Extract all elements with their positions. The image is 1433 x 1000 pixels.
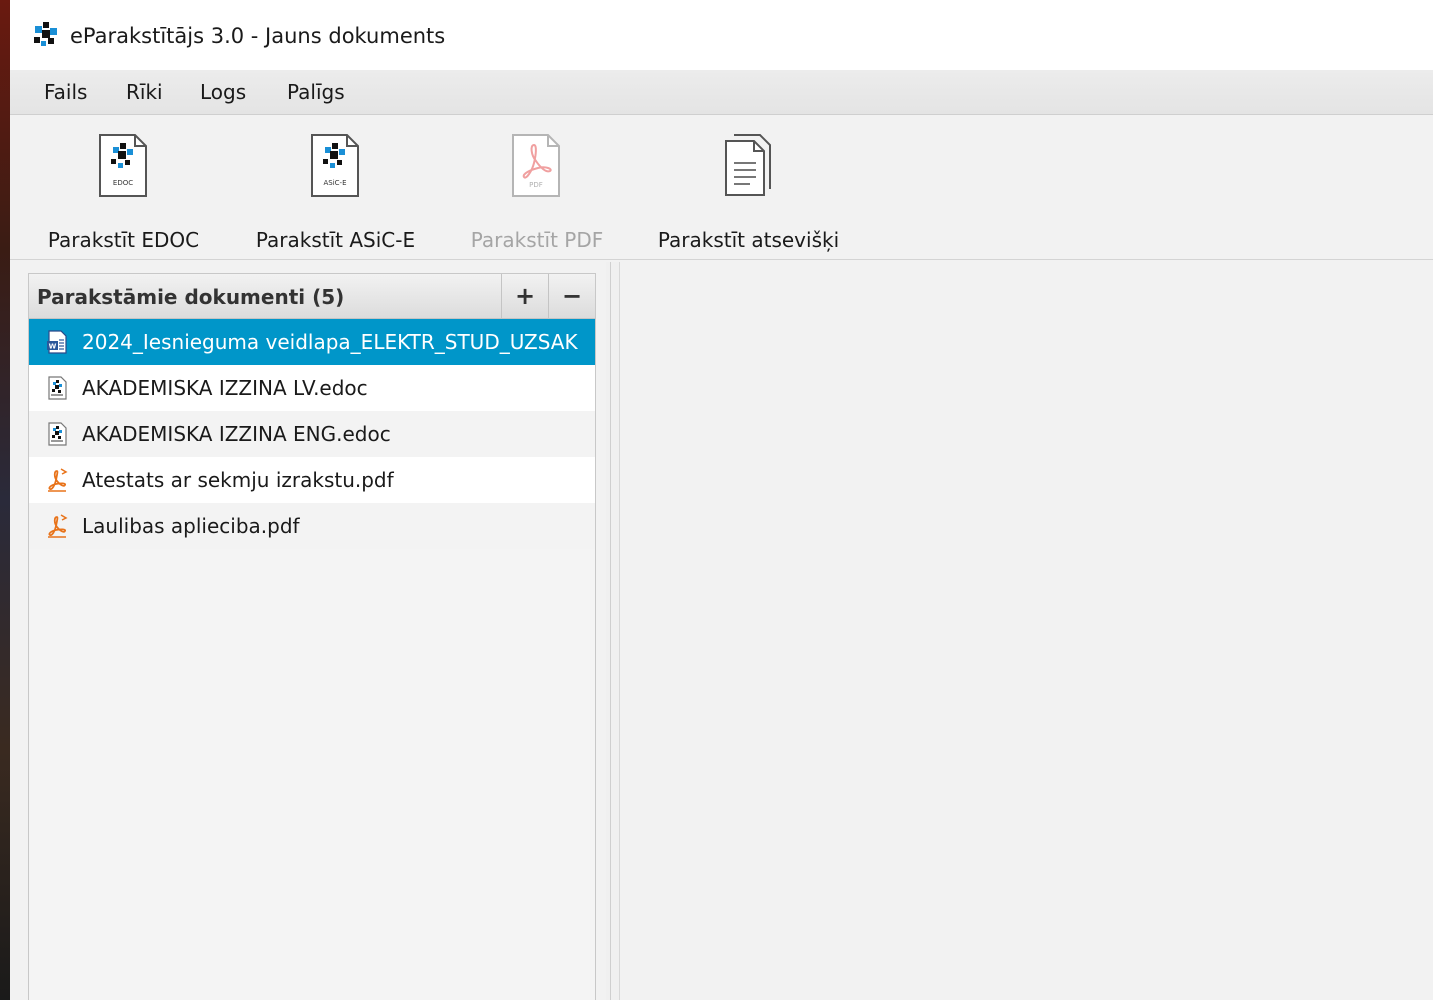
document-name: Laulibas aplieciba.pdf (82, 514, 300, 538)
menu-bar: Fails Rīki Logs Palīgs (10, 70, 1433, 115)
word-document-icon: W (47, 330, 67, 354)
pdf-document-icon (48, 514, 68, 538)
remove-document-button[interactable]: − (548, 274, 595, 318)
documents-panel-title: Parakstāmie dokumenti (5) (37, 285, 345, 309)
documents-panel: Parakstāmie dokumenti (5) + − W 2024_Ies… (28, 273, 596, 1000)
edoc-document-icon (48, 376, 67, 400)
edoc-file-icon: EDOC (99, 134, 147, 197)
sign-edoc-label: Parakstīt EDOC (47, 228, 200, 252)
background-edge (0, 0, 10, 1000)
splitter-line (610, 262, 611, 1000)
menu-paligs[interactable]: Palīgs (285, 78, 347, 106)
add-document-button[interactable]: + (501, 274, 548, 318)
documents-list: W 2024_Iesnieguma veidlapa_ELEKTR_STUD_U… (29, 319, 595, 549)
pdf-file-icon: PDF (512, 134, 560, 197)
menu-logs[interactable]: Logs (198, 78, 248, 106)
documents-panel-header: Parakstāmie dokumenti (5) + − (29, 274, 595, 319)
panel-splitter[interactable] (606, 262, 620, 1000)
list-item[interactable]: AKADEMISKA IZZINA LV.edoc (29, 365, 595, 411)
document-details-panel (620, 262, 1433, 1000)
toolbar: EDOC Parakstīt EDOC ASiC-E Parakstīt ASi… (10, 115, 1433, 260)
list-item[interactable]: AKADEMISKA IZZINA ENG.edoc (29, 411, 595, 457)
app-window: eParakstītājs 3.0 - Jauns dokuments Fail… (0, 0, 1433, 1000)
sign-pdf-label: Parakstīt PDF (470, 228, 604, 252)
sign-separately-label: Parakstīt atsevišķi (657, 228, 840, 252)
document-name: AKADEMISKA IZZINA ENG.edoc (82, 422, 391, 446)
sign-asice-label: Parakstīt ASiC-E (255, 228, 416, 252)
window-title: eParakstītājs 3.0 - Jauns dokuments (70, 24, 446, 48)
document-name: 2024_Iesnieguma veidlapa_ELEKTR_STUD_UZS… (82, 330, 578, 354)
document-name: Atestats ar sekmju izrakstu.pdf (82, 468, 394, 492)
pdf-icon-text: PDF (529, 181, 543, 189)
sign-separately-button[interactable]: Parakstīt atsevišķi (646, 133, 851, 252)
asice-icon-text: ASiC-E (323, 179, 346, 187)
sign-edoc-button[interactable]: EDOC Parakstīt EDOC (36, 133, 211, 252)
edoc-document-icon (48, 422, 67, 446)
edoc-icon-text: EDOC (113, 179, 133, 187)
menu-riki[interactable]: Rīki (124, 78, 165, 106)
sign-pdf-button[interactable]: PDF Parakstīt PDF (462, 133, 612, 252)
svg-text:W: W (49, 343, 57, 351)
asice-file-icon: ASiC-E (311, 134, 359, 197)
pdf-document-icon (48, 468, 68, 492)
document-name: AKADEMISKA IZZINA LV.edoc (82, 376, 368, 400)
list-item[interactable]: W 2024_Iesnieguma veidlapa_ELEKTR_STUD_U… (29, 319, 595, 365)
list-item[interactable]: Laulibas aplieciba.pdf (29, 503, 595, 549)
list-item[interactable]: Atestats ar sekmju izrakstu.pdf (29, 457, 595, 503)
title-bar: eParakstītājs 3.0 - Jauns dokuments (10, 0, 1433, 70)
documents-stack-icon (725, 134, 771, 196)
sign-asice-button[interactable]: ASiC-E Parakstīt ASiC-E (248, 133, 423, 252)
menu-fails[interactable]: Fails (42, 78, 89, 106)
app-logo-icon (34, 22, 57, 46)
